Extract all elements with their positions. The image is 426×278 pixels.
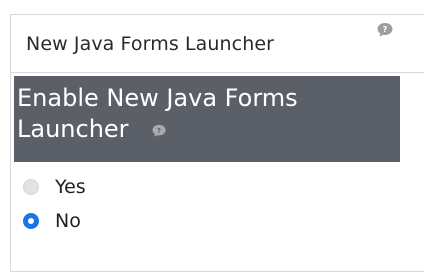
enable-launcher-radio-group: Yes No: [23, 174, 86, 242]
option-yes-label[interactable]: Yes: [55, 176, 86, 198]
radio-no[interactable]: [23, 213, 39, 229]
option-yes[interactable]: Yes: [23, 174, 86, 200]
option-no[interactable]: No: [23, 208, 86, 234]
option-no-label[interactable]: No: [55, 210, 81, 232]
help-bubble-icon[interactable]: ?: [376, 22, 394, 38]
panel-header: New Java Forms Launcher: [11, 15, 424, 73]
radio-yes[interactable]: [23, 179, 39, 195]
svg-text:?: ?: [157, 126, 161, 134]
enable-launcher-section-header: Enable New Java Forms Launcher ?: [14, 76, 400, 162]
svg-text:?: ?: [383, 25, 388, 34]
panel-title: New Java Forms Launcher: [26, 32, 275, 55]
help-bubble-icon[interactable]: ?: [151, 124, 167, 138]
